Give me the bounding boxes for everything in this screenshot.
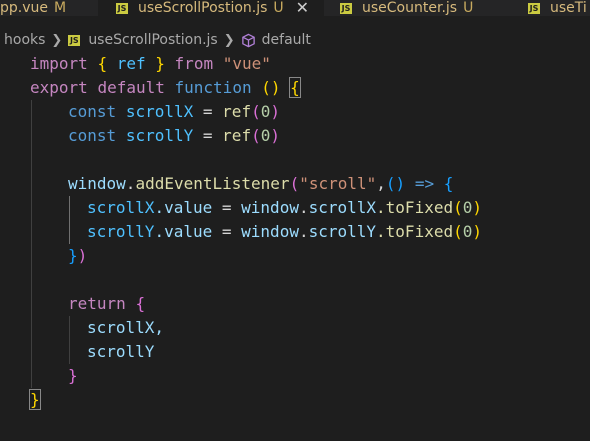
tab-status-untracked: U [463, 0, 474, 16]
chevron-right-icon: ❯ [223, 32, 235, 48]
code-line-4: const scrollY = ref(0) [68, 126, 280, 145]
code-line-15: } [29, 389, 41, 410]
js-file-icon: JS [340, 2, 352, 14]
tab-useti[interactable]: JS useTi [510, 0, 590, 16]
indent-guide [31, 100, 32, 388]
chevron-right-icon: ❯ [51, 32, 63, 48]
code-line-3: const scrollX = ref(0) [68, 102, 280, 121]
tab-label: useTi [550, 0, 587, 16]
tab-usecounter[interactable]: JS useCounter.js U [324, 0, 510, 16]
symbol-method-icon [241, 33, 255, 47]
tab-label: useScrollPostion.js [138, 0, 268, 16]
close-icon[interactable]: ✕ [296, 0, 309, 16]
code-editor[interactable]: import { ref } from "vue" export default… [0, 52, 590, 441]
tab-bar: pp.vue M JS useScrollPostion.js U ✕ JS u… [0, 0, 590, 16]
js-file-icon: JS [116, 2, 128, 14]
breadcrumb-symbol[interactable]: default [262, 32, 311, 48]
code-line-8: scrollY.value = window.scrollY.toFixed(0… [87, 222, 483, 241]
vscode-editor-window: pp.vue M JS useScrollPostion.js U ✕ JS u… [0, 0, 590, 441]
code-line-14: } [68, 366, 78, 385]
code-line-7: scrollX.value = window.scrollX.toFixed(0… [87, 198, 483, 217]
tab-status-untracked: U [273, 0, 284, 16]
tab-app-vue[interactable]: pp.vue M [0, 0, 98, 16]
code-line-1: import { ref } from "vue" [30, 54, 271, 73]
js-file-icon: JS [68, 34, 81, 46]
code-line-11: return { [68, 294, 146, 313]
tab-label: useCounter.js [362, 0, 458, 16]
code-line-13: scrollY [87, 342, 155, 361]
js-file-icon: JS [528, 2, 540, 14]
code-line-6: window.addEventListener("scroll",() => { [68, 174, 454, 193]
code-line-12: scrollX, [87, 318, 165, 337]
breadcrumb: hooks ❯ JS useScrollPostion.js ❯ default [0, 28, 311, 52]
tab-label: pp.vue [0, 0, 48, 16]
tab-status-modified: M [54, 0, 67, 16]
breadcrumb-file[interactable]: useScrollPostion.js [88, 32, 217, 48]
tab-usescrollpostion[interactable]: JS useScrollPostion.js U ✕ [98, 0, 324, 16]
breadcrumb-folder[interactable]: hooks [4, 32, 45, 48]
code-line-2: export default function () { [30, 77, 301, 98]
indent-guide-active [69, 196, 70, 244]
indent-guide [69, 316, 70, 364]
code-line-9: }) [68, 246, 88, 265]
